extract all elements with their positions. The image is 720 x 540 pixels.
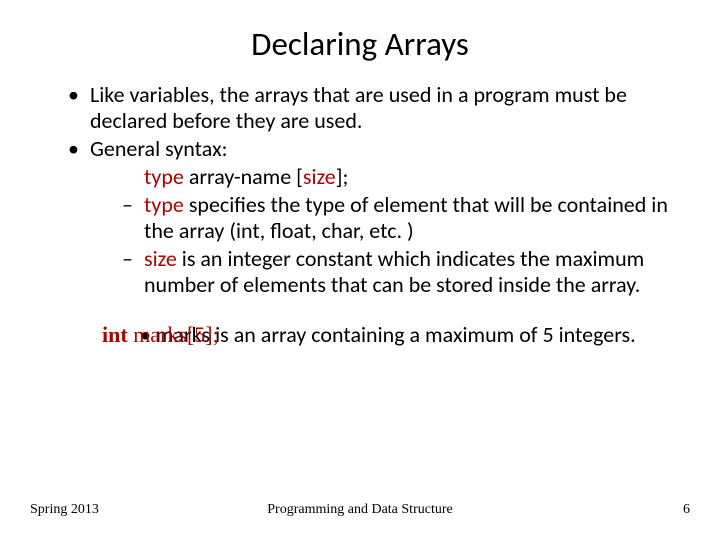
bullet-1: Like variables, the arrays that are used… [40, 82, 680, 134]
slide-body: Like variables, the arrays that are used… [40, 82, 680, 348]
syntax-mid: array-name [ [184, 163, 303, 190]
example-keyword: int [102, 322, 128, 347]
sub2-rest: is an integer constant which indicates t… [144, 245, 644, 298]
example-array: marks[5]; [128, 322, 219, 347]
slide: Declaring Arrays Like variables, the arr… [0, 0, 720, 540]
footer-right: 6 [683, 502, 690, 518]
syntax-size: size [303, 163, 336, 190]
sub-bullet-2: size is an integer constant which indica… [40, 246, 680, 298]
sub1-rest: specifies the type of element that will … [144, 191, 668, 244]
example-line: int marks[5]; • marks is an array contai… [40, 322, 680, 348]
sub-bullet-1: type specifies the type of element that … [40, 192, 680, 244]
footer-center: Programming and Data Structure [0, 502, 720, 518]
syntax-end: ]; [336, 163, 349, 190]
syntax-line: type array-name [size]; [40, 164, 680, 190]
bullet-2: General syntax: [40, 136, 680, 162]
sub2-lead: size [144, 245, 177, 272]
slide-title: Declaring Arrays [40, 24, 680, 64]
syntax-type: type [144, 163, 184, 190]
sub1-lead: type [144, 191, 184, 218]
example-code: int marks[5]; [102, 322, 219, 348]
